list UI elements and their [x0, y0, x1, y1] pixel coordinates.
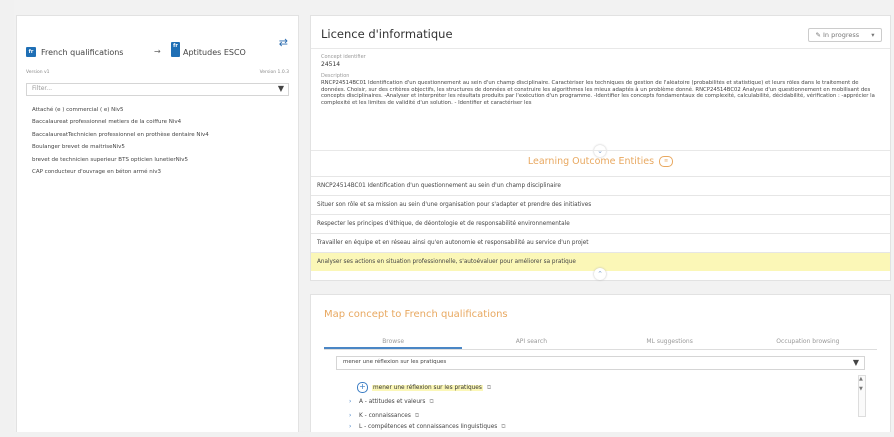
- collapse-icon[interactable]: ⌃: [594, 268, 606, 280]
- learning-outcome-row[interactable]: RNCP24514BC01 Identification d'un questi…: [311, 176, 890, 195]
- divider: [311, 48, 890, 49]
- mapping-title: Map concept to French qualifications: [324, 309, 508, 320]
- scrollbar[interactable]: ▲ ▼: [858, 375, 866, 417]
- tree-node[interactable]: › L - compétences et connaissances lingui…: [349, 420, 850, 434]
- qualification-item[interactable]: BaccalaureatTechnicien professionnel en …: [32, 129, 293, 141]
- add-icon[interactable]: +: [357, 382, 368, 393]
- filter-icon[interactable]: ▼: [853, 358, 859, 367]
- language-selector: fr French qualifications → fr Aptitudes …: [26, 36, 288, 64]
- target-flag-icon: fr: [171, 42, 180, 57]
- result-label: mener une réflexion sur les pratiques: [372, 385, 483, 391]
- arrow-right-icon: →: [154, 47, 161, 56]
- learning-outcome-row[interactable]: Travailler en équipe et en réseau ainsi …: [311, 233, 890, 252]
- concept-title: Licence d'informatique: [321, 27, 453, 41]
- expand-icon[interactable]: ›: [349, 420, 355, 434]
- list-icon[interactable]: ≡: [659, 156, 674, 167]
- external-link-icon[interactable]: ⧉: [501, 423, 505, 430]
- source-language[interactable]: French qualifications: [41, 48, 123, 57]
- left-panel: fr French qualifications → fr Aptitudes …: [16, 15, 299, 432]
- external-link-icon[interactable]: ⧉: [429, 398, 433, 405]
- mapping-card: Map concept to French qualifications Bro…: [310, 294, 891, 432]
- source-version[interactable]: Version v1: [26, 70, 50, 75]
- tree-node[interactable]: › A - attitudes et valeurs ⧉: [349, 395, 850, 409]
- external-link-icon[interactable]: ⧉: [487, 384, 491, 391]
- scroll-down-icon[interactable]: ▼: [859, 386, 863, 392]
- concept-card: Licence d'informatique ✎ In progress ▾ C…: [310, 15, 891, 281]
- tab-browse[interactable]: Browse: [324, 335, 463, 349]
- qualification-list: Attaché (e ) commercial ( e) Niv5 Baccal…: [32, 104, 293, 178]
- search-value: mener une réflexion sur les pratiques: [343, 359, 447, 365]
- scroll-up-icon[interactable]: ▲: [859, 376, 863, 382]
- tab-occupation-browsing[interactable]: Occupation browsing: [739, 335, 877, 349]
- mapping-search-input[interactable]: mener une réflexion sur les pratiques ▼: [336, 356, 865, 370]
- learning-outcomes-title: Learning Outcome Entities: [527, 156, 655, 167]
- tree-result-row[interactable]: + mener une réflexion sur les pratiques ⧉: [357, 381, 858, 395]
- skills-tree: + mener une réflexion sur les pratiques ⧉ …: [349, 381, 850, 437]
- learning-outcomes-heading: Learning Outcome Entities ≡: [311, 156, 890, 167]
- status-label: In progress: [823, 31, 860, 39]
- tree-node-label: L - compétences et connaissances linguis…: [359, 424, 498, 430]
- description-fade: [321, 112, 878, 122]
- target-language[interactable]: Aptitudes ESCO: [183, 48, 246, 57]
- tab-ml-suggestions[interactable]: ML suggestions: [601, 335, 739, 349]
- pencil-icon: ✎: [815, 31, 821, 39]
- identifier-label: Concept identifier: [321, 54, 366, 60]
- qualification-item[interactable]: Attaché (e ) commercial ( e) Niv5: [32, 104, 293, 116]
- mapping-tabs: Browse API search ML suggestions Occupat…: [324, 335, 877, 350]
- external-link-icon[interactable]: ⧉: [415, 412, 419, 419]
- qualification-item[interactable]: Boulanger brevet de maitriseNiv5: [32, 141, 293, 153]
- tree-node-label: K - connaissances: [359, 413, 411, 419]
- divider: [311, 150, 890, 151]
- qualification-item[interactable]: brevet de technicien superieur BTS optic…: [32, 154, 293, 166]
- learning-outcome-list: RNCP24514BC01 Identification d'un questi…: [311, 176, 890, 271]
- swap-icon[interactable]: ⇄: [279, 36, 288, 49]
- chevron-down-icon: ▾: [871, 31, 875, 39]
- source-flag-icon: fr: [26, 47, 36, 57]
- learning-outcome-row[interactable]: Situer son rôle et sa mission au sein d'…: [311, 195, 890, 214]
- status-dropdown[interactable]: ✎ In progress ▾: [808, 28, 882, 42]
- qualification-item[interactable]: Baccalaureat professionnel metiers de la…: [32, 116, 293, 128]
- identifier-value: 24514: [321, 61, 341, 68]
- filter-icon[interactable]: ▼: [278, 84, 284, 93]
- tab-api-search[interactable]: API search: [462, 335, 600, 349]
- filter-placeholder: Filter...: [32, 85, 53, 92]
- description-label: Description: [321, 73, 350, 79]
- tree-node-label: A - attitudes et valeurs: [359, 399, 426, 405]
- target-version[interactable]: Version 1.0.3: [260, 70, 289, 75]
- learning-outcome-row[interactable]: Respecter les principes d'éthique, de dé…: [311, 214, 890, 233]
- filter-input[interactable]: Filter... ▼: [26, 83, 289, 96]
- expand-icon[interactable]: ›: [349, 395, 355, 409]
- qualification-item[interactable]: CAP conducteur d'ouvrage en béton armé n…: [32, 166, 293, 178]
